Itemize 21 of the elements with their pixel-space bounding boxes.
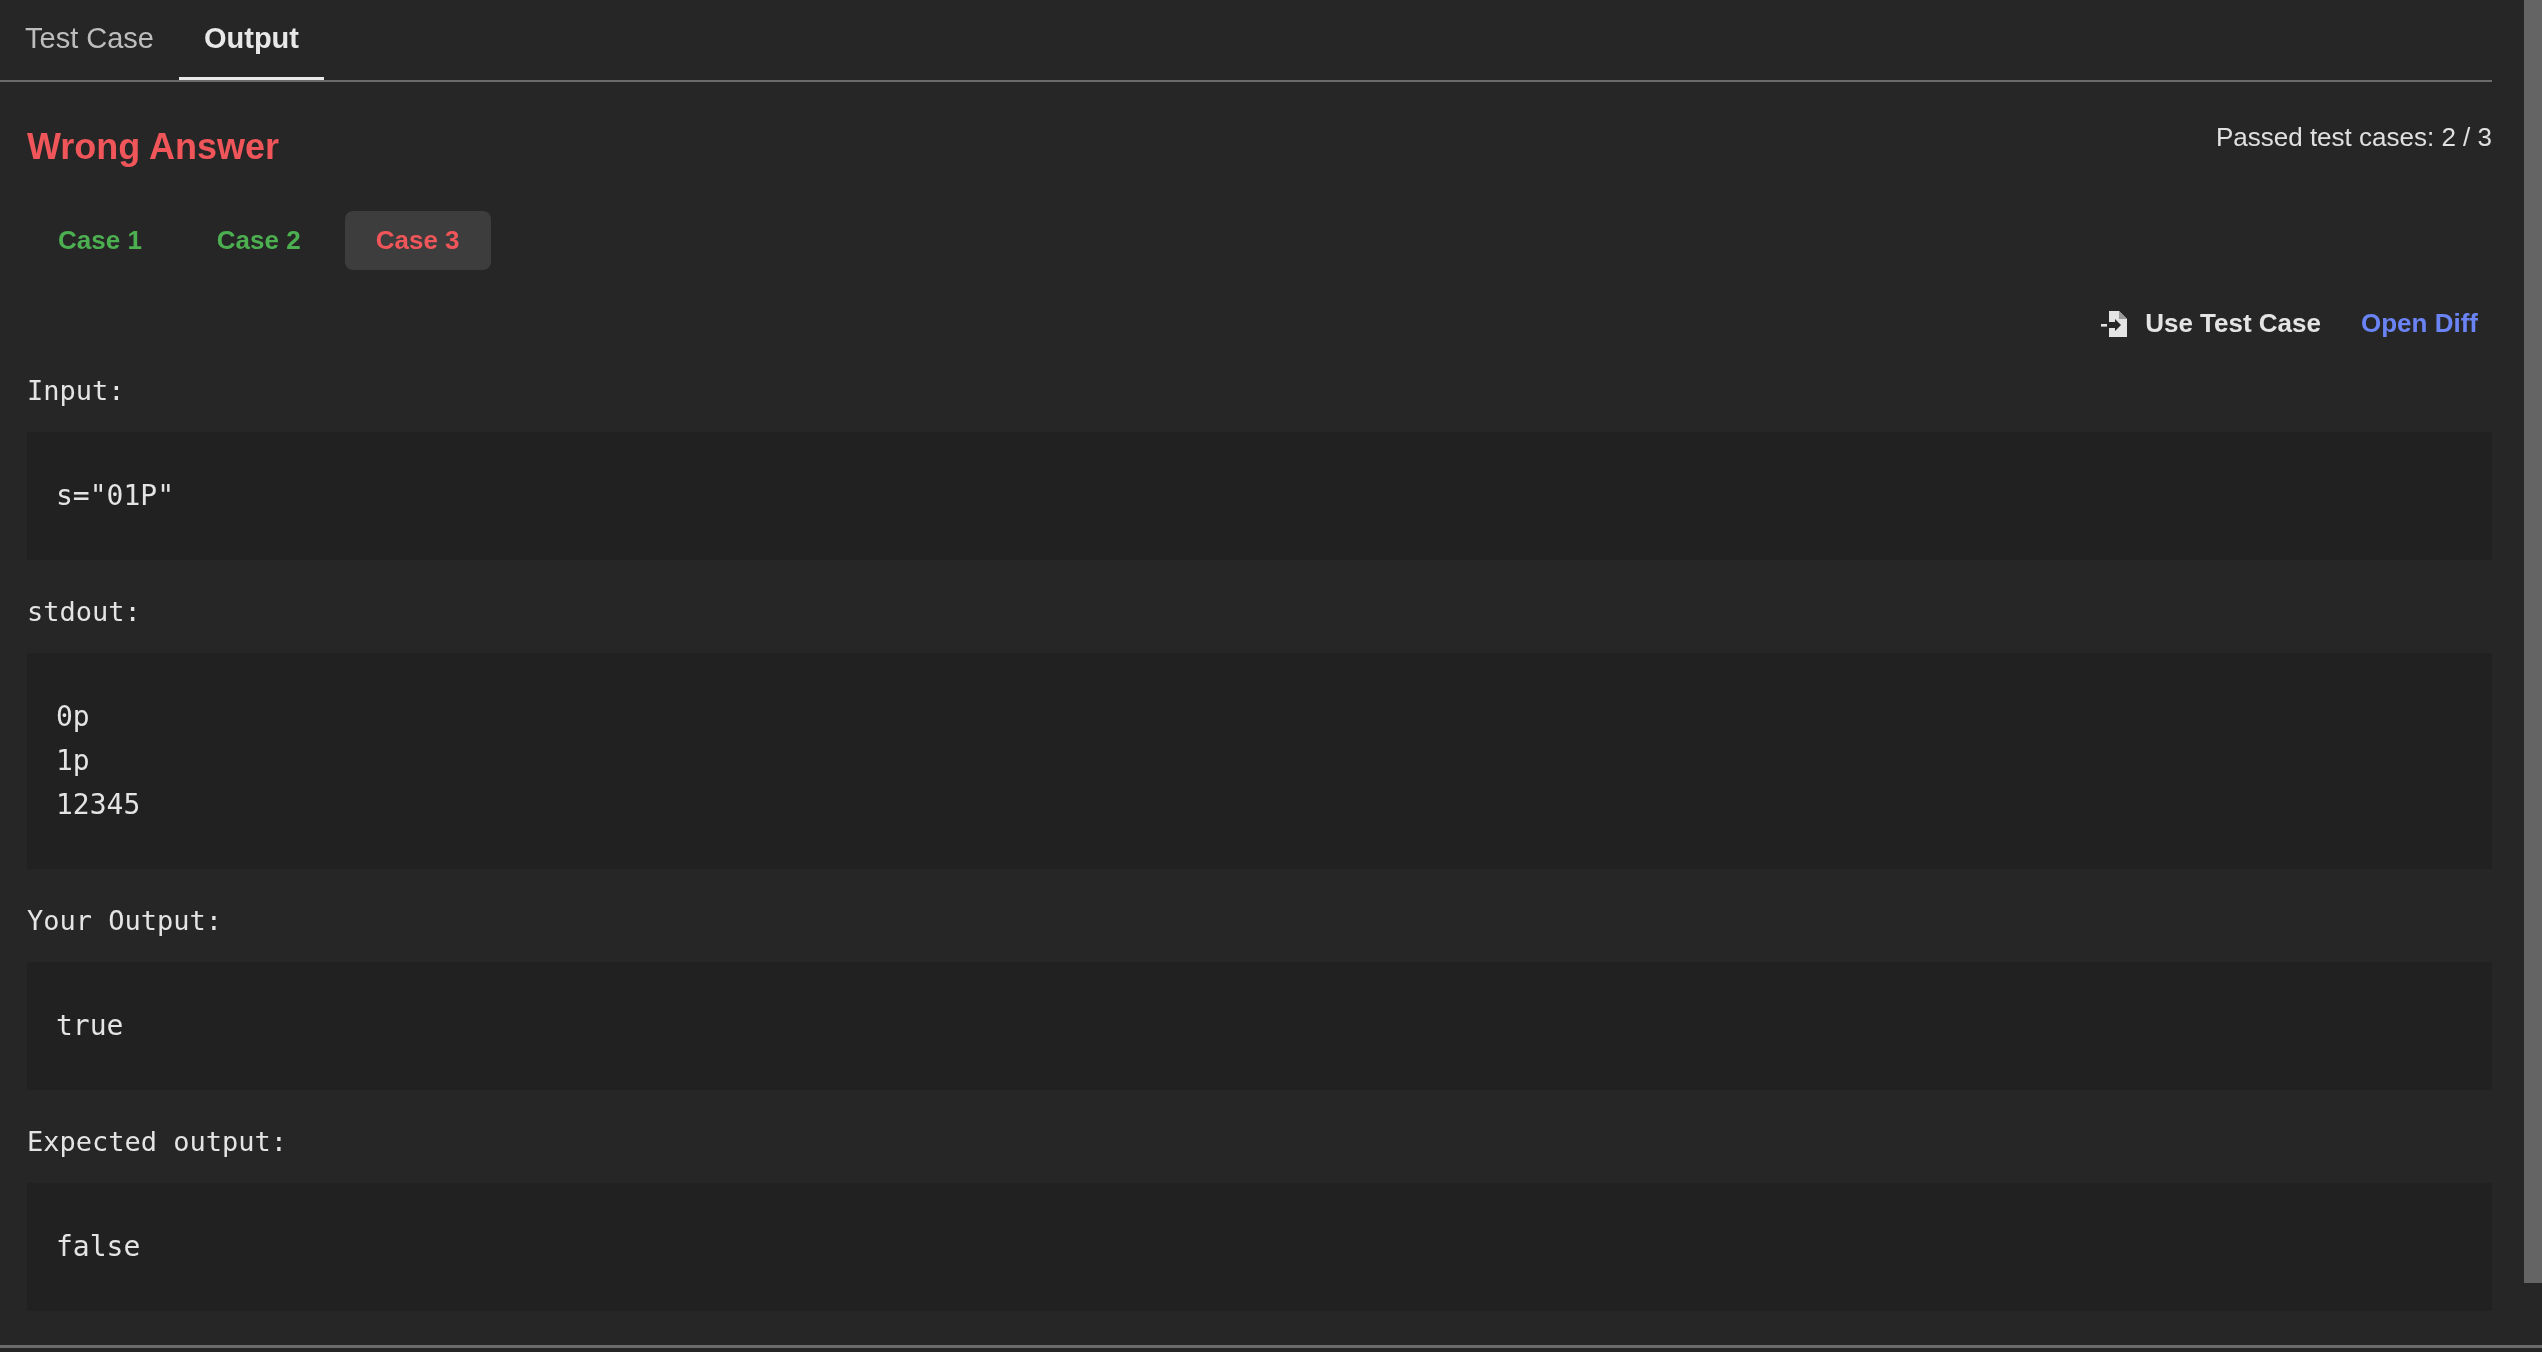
code-line: true <box>56 1008 124 1044</box>
section-label: Your Output: <box>27 904 223 938</box>
use-test-case-button[interactable]: Use Test Case <box>2099 300 2321 347</box>
code-line: 12345 <box>56 787 141 823</box>
open-diff-link[interactable]: Open Diff <box>2361 300 2478 347</box>
section-label: stdout: <box>27 595 141 629</box>
tab[interactable]: Output <box>178 0 324 80</box>
code-line: false <box>56 1229 141 1265</box>
scrollbar[interactable] <box>2524 0 2542 1283</box>
file-import-icon <box>2099 308 2130 339</box>
case-tab[interactable]: Case 1 <box>27 211 173 270</box>
section-label: Input: <box>27 374 125 408</box>
section-label: Expected output: <box>27 1125 288 1159</box>
case-tab[interactable]: Case 2 <box>185 211 332 270</box>
case-tab[interactable]: Case 3 <box>344 211 491 270</box>
code-line: 1p <box>56 743 90 779</box>
tab[interactable]: Test Case <box>0 0 179 80</box>
code-line: 0p <box>56 699 90 735</box>
passed-count: Passed test cases: 2 / 3 <box>2215 122 2492 153</box>
code-line: s="01P" <box>56 478 174 514</box>
verdict-title: Wrong Answer <box>27 126 280 168</box>
